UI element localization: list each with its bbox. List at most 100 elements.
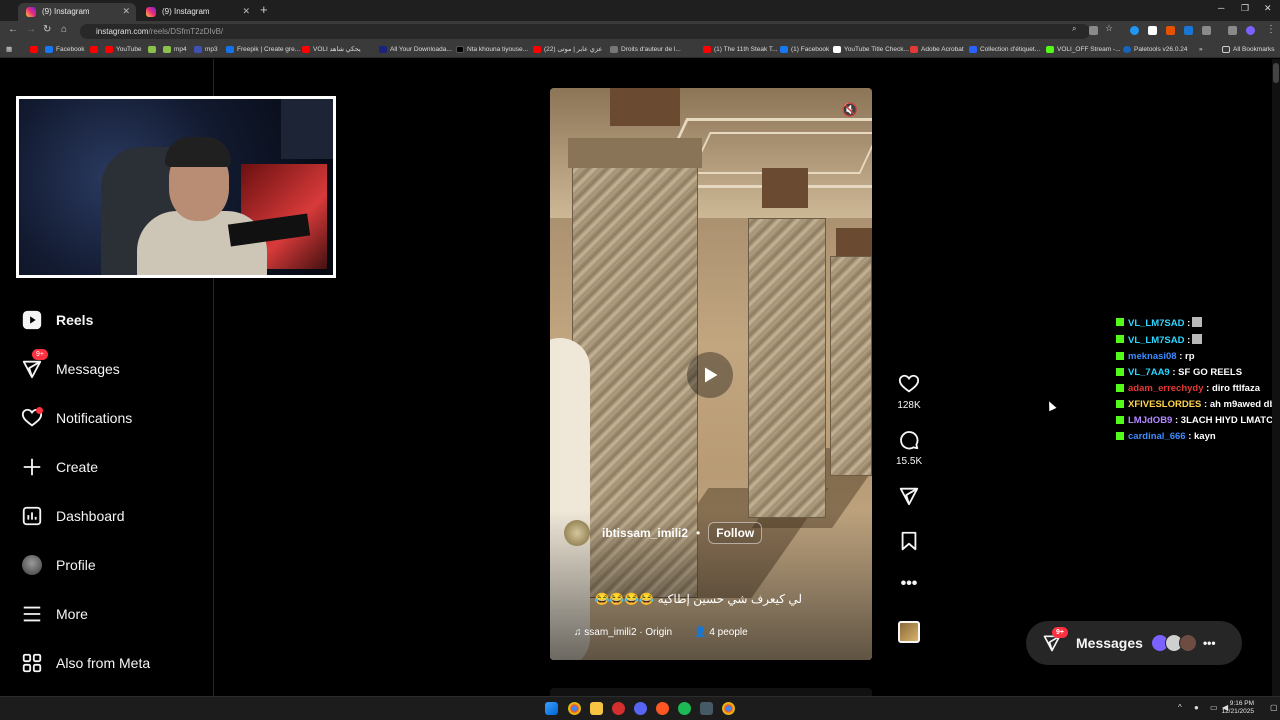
- sidebar-item-dashboard[interactable]: Dashboard: [20, 503, 125, 529]
- bookmark-item[interactable]: VOLI يحكي شاهد: [302, 44, 361, 55]
- chat-username: LMJdOB9: [1128, 415, 1173, 426]
- extension-icon[interactable]: [1184, 26, 1193, 35]
- bookmark-item[interactable]: VOLI_OFF Stream -...: [1046, 44, 1121, 55]
- display-tray-icon[interactable]: ▭: [1210, 703, 1218, 712]
- spotify-taskbar-icon[interactable]: [678, 702, 691, 715]
- home-icon[interactable]: ⌂: [61, 24, 67, 35]
- bookmark-item[interactable]: Adobe Acrobat: [910, 44, 964, 55]
- tray-chevron-icon[interactable]: ^: [1178, 703, 1182, 712]
- more-bookmarks-icon[interactable]: »: [1199, 44, 1203, 55]
- close-window-icon[interactable]: ✕: [1264, 3, 1272, 14]
- system-clock[interactable]: 9:16 PM 12/21/2025: [1221, 700, 1254, 716]
- windows-start-icon[interactable]: [545, 702, 558, 715]
- bookmark-label: Nta khouna tiyouse...: [467, 46, 529, 53]
- browser-tab-instagram-1[interactable]: (9) Instagram ✕: [18, 3, 136, 21]
- bookmark-item[interactable]: عزي عابر | موتى (22): [533, 44, 602, 55]
- bookmark-item[interactable]: YouTube Title Check...: [833, 44, 909, 55]
- sidebar-item-also-from-meta[interactable]: Also from Meta: [20, 650, 150, 676]
- discord-taskbar-icon[interactable]: [634, 702, 647, 715]
- bookmark-item[interactable]: All Your Downloada...: [379, 44, 452, 55]
- tagged-people[interactable]: 4 people: [709, 627, 747, 638]
- file-explorer-icon[interactable]: [590, 702, 603, 715]
- sidebar-item-more[interactable]: More: [20, 601, 88, 627]
- profile-avatar-icon[interactable]: [1246, 26, 1255, 35]
- more-options-icon[interactable]: •••: [1203, 636, 1216, 650]
- bookmark-item[interactable]: (1) Facebook: [780, 44, 829, 55]
- mouse-cursor-icon: [1045, 399, 1057, 412]
- like-action[interactable]: 128K: [896, 373, 922, 411]
- extensions-puzzle-icon[interactable]: [1202, 26, 1211, 35]
- app-taskbar-icon[interactable]: [700, 702, 713, 715]
- bookmark-item[interactable]: Freepik | Create gre...: [226, 44, 300, 55]
- notification-tray-icon[interactable]: ▢: [1270, 703, 1278, 712]
- share-icon: [899, 487, 919, 506]
- bookmark-item[interactable]: (1) The 11th Steak T...: [703, 44, 778, 55]
- bookmark-star-icon[interactable]: ☆: [1105, 23, 1114, 33]
- chrome-taskbar-icon[interactable]: [568, 702, 581, 715]
- restore-window-icon[interactable]: ❐: [1241, 3, 1249, 14]
- address-bar[interactable]: instagram.com/reels/DSfmT2zDIvB/: [80, 24, 1090, 39]
- minimize-window-icon[interactable]: ─: [1218, 3, 1224, 13]
- audio-thumbnail[interactable]: [898, 621, 920, 643]
- webcam-person-cap: [165, 137, 231, 167]
- close-tab-icon[interactable]: ✕: [122, 3, 130, 20]
- author-avatar[interactable]: [564, 520, 590, 546]
- back-arrow-icon[interactable]: ←: [8, 24, 18, 35]
- zoom-icon[interactable]: ⌕: [1072, 24, 1081, 33]
- messages-badge: 9+: [32, 349, 48, 360]
- chat-avatar: [1178, 634, 1197, 652]
- close-tab-icon[interactable]: ✕: [242, 3, 250, 20]
- all-bookmarks-folder[interactable]: All Bookmarks: [1222, 44, 1275, 55]
- play-button[interactable]: [687, 352, 733, 398]
- sidebar-item-messages[interactable]: 9+ Messages: [20, 349, 120, 382]
- sidebar-item-profile[interactable]: Profile: [20, 552, 96, 578]
- speaker-muted-icon[interactable]: 🔇: [842, 102, 858, 118]
- browser-tab-instagram-2[interactable]: (9) Instagram ✕: [138, 3, 256, 21]
- app-taskbar-icon[interactable]: [656, 702, 669, 715]
- bookmark-label: YouTube Title Check...: [844, 46, 909, 53]
- sidebar-item-create[interactable]: Create: [20, 454, 98, 480]
- tab-title: (9) Instagram: [42, 7, 90, 16]
- folder-icon: [1222, 46, 1230, 53]
- audio-track[interactable]: ssam_imili2 · Origin: [584, 627, 672, 638]
- bookmark-item[interactable]: mp3: [194, 44, 218, 55]
- microphone-tray-icon[interactable]: ●: [1194, 703, 1199, 712]
- next-reel-preview[interactable]: [550, 688, 872, 696]
- reload-icon[interactable]: ↻: [43, 24, 51, 35]
- forward-arrow-icon[interactable]: →: [26, 24, 36, 35]
- bookmark-item[interactable]: Nta khouna tiyouse...: [456, 44, 528, 55]
- sidebar-panel-icon[interactable]: [1228, 26, 1237, 35]
- bookmark-item[interactable]: YouTube: [105, 44, 142, 55]
- scrollbar-thumb[interactable]: [1273, 63, 1279, 83]
- more-options-icon[interactable]: •••: [896, 575, 922, 593]
- share-action[interactable]: [896, 485, 922, 507]
- extension-icon[interactable]: [1166, 26, 1175, 35]
- apps-grid-icon[interactable]: ▦: [6, 44, 12, 55]
- bookmark-item[interactable]: Collection d'étiquet...: [969, 44, 1040, 55]
- bookmark-item[interactable]: Facebook: [45, 44, 85, 55]
- new-tab-icon[interactable]: +: [260, 2, 268, 17]
- extension-icon[interactable]: [1130, 26, 1139, 35]
- sidebar-item-notifications[interactable]: Notifications: [20, 405, 132, 431]
- messenger-icon: 9+: [20, 349, 48, 381]
- bookmark-item[interactable]: Droits d'auteur de l...: [610, 44, 681, 55]
- reel-video[interactable]: 🔇: [550, 88, 872, 660]
- chat-username: XFIVESLORDES: [1128, 399, 1202, 410]
- chrome-taskbar-icon[interactable]: [722, 702, 735, 715]
- comment-action[interactable]: 15.5K: [896, 429, 922, 467]
- browser-menu-icon[interactable]: ⋮: [1266, 24, 1276, 35]
- save-action[interactable]: [896, 530, 922, 552]
- follow-button[interactable]: Follow: [708, 522, 763, 544]
- cast-icon[interactable]: [1089, 26, 1098, 35]
- app-taskbar-icon[interactable]: [612, 702, 625, 715]
- bookmark-label: All Your Downloada...: [390, 46, 452, 53]
- floating-messages-button[interactable]: 9+ Messages •••: [1026, 621, 1242, 665]
- video-pillar-capital: [836, 228, 872, 258]
- kick-badge-icon: [1116, 432, 1124, 440]
- author-username[interactable]: ibtissam_imili2: [602, 526, 688, 540]
- sidebar-item-reels[interactable]: Reels: [20, 307, 93, 333]
- extension-icon[interactable]: [1148, 26, 1157, 35]
- bookmark-item[interactable]: Paletools v26.0.24: [1123, 44, 1187, 55]
- bookmark-item[interactable]: mp4: [163, 44, 187, 55]
- page-scrollbar[interactable]: [1272, 59, 1280, 696]
